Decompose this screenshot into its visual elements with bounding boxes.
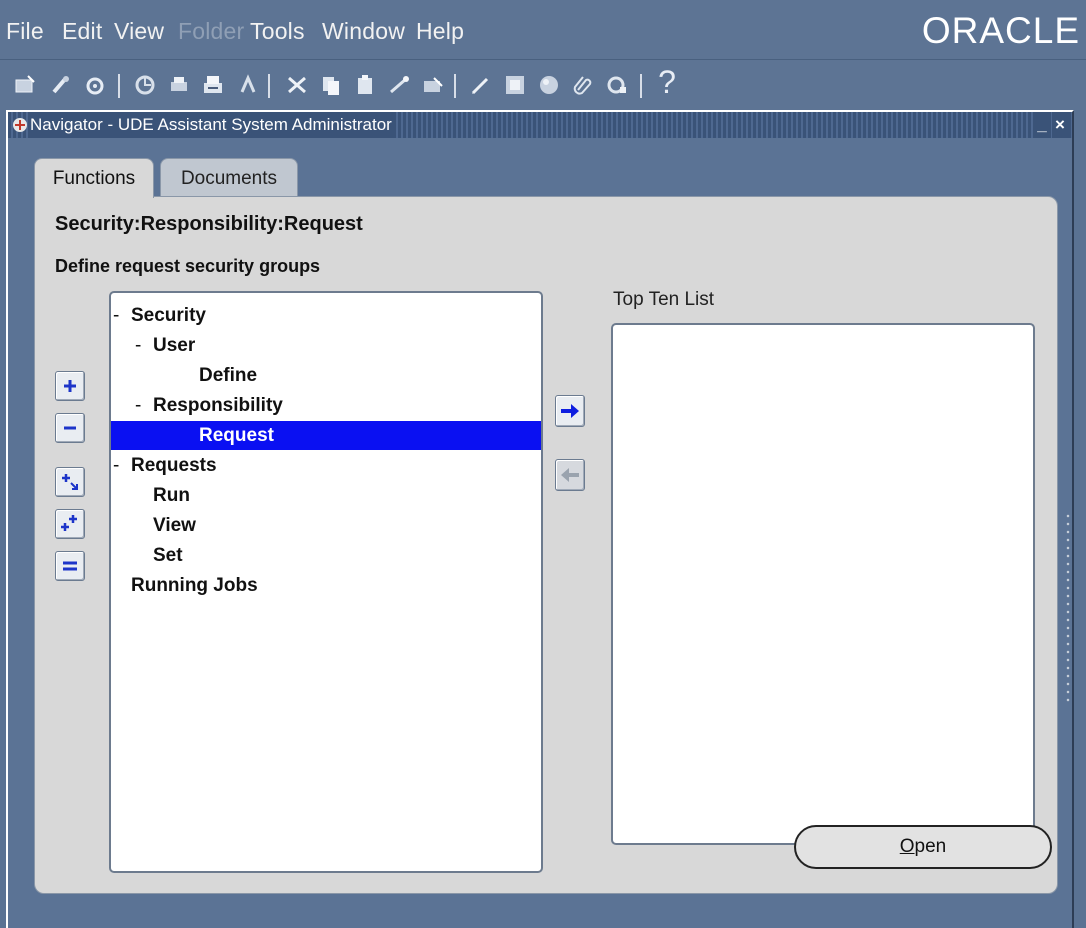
oracle-logo: ORACLE: [921, 10, 1080, 51]
tree-item-view[interactable]: View: [111, 511, 541, 540]
tree-item-label: User: [153, 335, 196, 356]
open-button-label: pen: [914, 836, 947, 857]
menu-file[interactable]: File: [6, 18, 44, 45]
print-icon[interactable]: [164, 70, 194, 100]
expand-icon: [64, 380, 76, 392]
close-icon[interactable]: ×: [1052, 112, 1068, 138]
find-icon[interactable]: [46, 70, 76, 100]
tree-item-define[interactable]: Define: [111, 361, 541, 390]
edit-field-icon[interactable]: [466, 70, 496, 100]
tree-item-run[interactable]: Run: [111, 481, 541, 510]
menu-edit[interactable]: Edit: [62, 18, 102, 45]
tree-item-label: Responsibility: [153, 395, 283, 416]
resize-grip[interactable]: [1064, 512, 1072, 702]
top-ten-label: Top Ten List: [613, 289, 715, 310]
window-title: Navigator - UDE Assistant System Adminis…: [30, 112, 396, 138]
app-icon: [13, 118, 27, 132]
top-ten-list[interactable]: [611, 323, 1035, 845]
function-path: Security:Responsibility:Request: [55, 213, 363, 235]
help-icon[interactable]: ?: [652, 64, 682, 101]
attachments-icon[interactable]: [568, 70, 598, 100]
tree-item-label: Set: [153, 545, 183, 566]
tree-node-toggle[interactable]: -: [135, 391, 147, 420]
menu-bar: File Edit View Folder Tools Window Help …: [0, 0, 1086, 60]
tree-item-label: Run: [153, 485, 190, 506]
expand-all-button[interactable]: [55, 509, 85, 539]
tree-item-label: Define: [199, 365, 258, 386]
tree-item-running-jobs[interactable]: Running Jobs: [111, 571, 541, 600]
open-button[interactable]: Open: [794, 825, 1052, 869]
new-icon[interactable]: [10, 70, 40, 100]
translations-icon[interactable]: [534, 70, 564, 100]
close-form-icon[interactable]: [232, 70, 262, 100]
tree-item-responsibility[interactable]: - Responsibility: [111, 391, 541, 420]
collapse-button[interactable]: [55, 413, 85, 443]
expand-branch-button[interactable]: [55, 467, 85, 497]
navigator-window: Navigator - UDE Assistant System Adminis…: [6, 110, 1074, 928]
tree-node-toggle[interactable]: -: [113, 451, 125, 480]
menu-folder[interactable]: Folder: [178, 18, 244, 45]
delete-icon[interactable]: [418, 70, 448, 100]
arrow-left-icon: [561, 468, 579, 482]
tree-item-label: Security: [131, 305, 206, 326]
function-tree[interactable]: - Security - User Define - Responsibility Reque…: [109, 291, 543, 873]
menu-window[interactable]: Window: [322, 18, 405, 45]
print-setup-icon[interactable]: [198, 70, 228, 100]
tree-item-set[interactable]: Set: [111, 541, 541, 570]
collapse-all-button[interactable]: [55, 551, 85, 581]
collapse-icon: [64, 426, 76, 430]
expand-branch-icon: [62, 474, 78, 490]
navigator-icon[interactable]: [80, 70, 110, 100]
tree-item-requests[interactable]: - Requests: [111, 451, 541, 480]
copy-icon[interactable]: [316, 70, 346, 100]
tree-item-security[interactable]: - Security: [111, 301, 541, 330]
window-title-bar[interactable]: Navigator - UDE Assistant System Adminis…: [8, 112, 1072, 138]
collapse-all-icon: [63, 561, 77, 571]
save-icon[interactable]: [130, 70, 160, 100]
clear-icon[interactable]: [384, 70, 414, 100]
tree-item-request[interactable]: Request: [111, 421, 541, 450]
tree-node-toggle[interactable]: -: [113, 301, 125, 330]
open-button-mnemonic: O: [899, 836, 915, 857]
tab-functions[interactable]: Functions: [34, 158, 154, 198]
menu-view[interactable]: View: [114, 18, 164, 45]
remove-from-top-ten-button[interactable]: [555, 459, 585, 491]
tree-item-label: View: [153, 515, 196, 536]
tab-documents[interactable]: Documents: [160, 158, 298, 198]
tree-item-label: Requests: [131, 455, 217, 476]
paste-icon[interactable]: [350, 70, 380, 100]
tree-node-toggle[interactable]: -: [135, 331, 147, 360]
add-to-top-ten-button[interactable]: [555, 395, 585, 427]
folder-tools-icon[interactable]: [602, 70, 632, 100]
tree-item-label: Running Jobs: [131, 575, 258, 596]
tree-item-label: Request: [199, 425, 274, 446]
menu-tools[interactable]: Tools: [250, 18, 305, 45]
menu-help[interactable]: Help: [416, 18, 464, 45]
minimize-icon[interactable]: _: [1034, 112, 1050, 138]
toolbar: ?: [0, 60, 1086, 110]
functions-panel: Security:Responsibility:Request Define r…: [34, 196, 1058, 894]
zoom-icon[interactable]: [500, 70, 530, 100]
function-description: Define request security groups: [55, 256, 321, 276]
tree-item-user[interactable]: - User: [111, 331, 541, 360]
arrow-right-icon: [561, 404, 579, 418]
expand-all-icon: [61, 515, 77, 531]
expand-button[interactable]: [55, 371, 85, 401]
cut-icon[interactable]: [282, 70, 312, 100]
